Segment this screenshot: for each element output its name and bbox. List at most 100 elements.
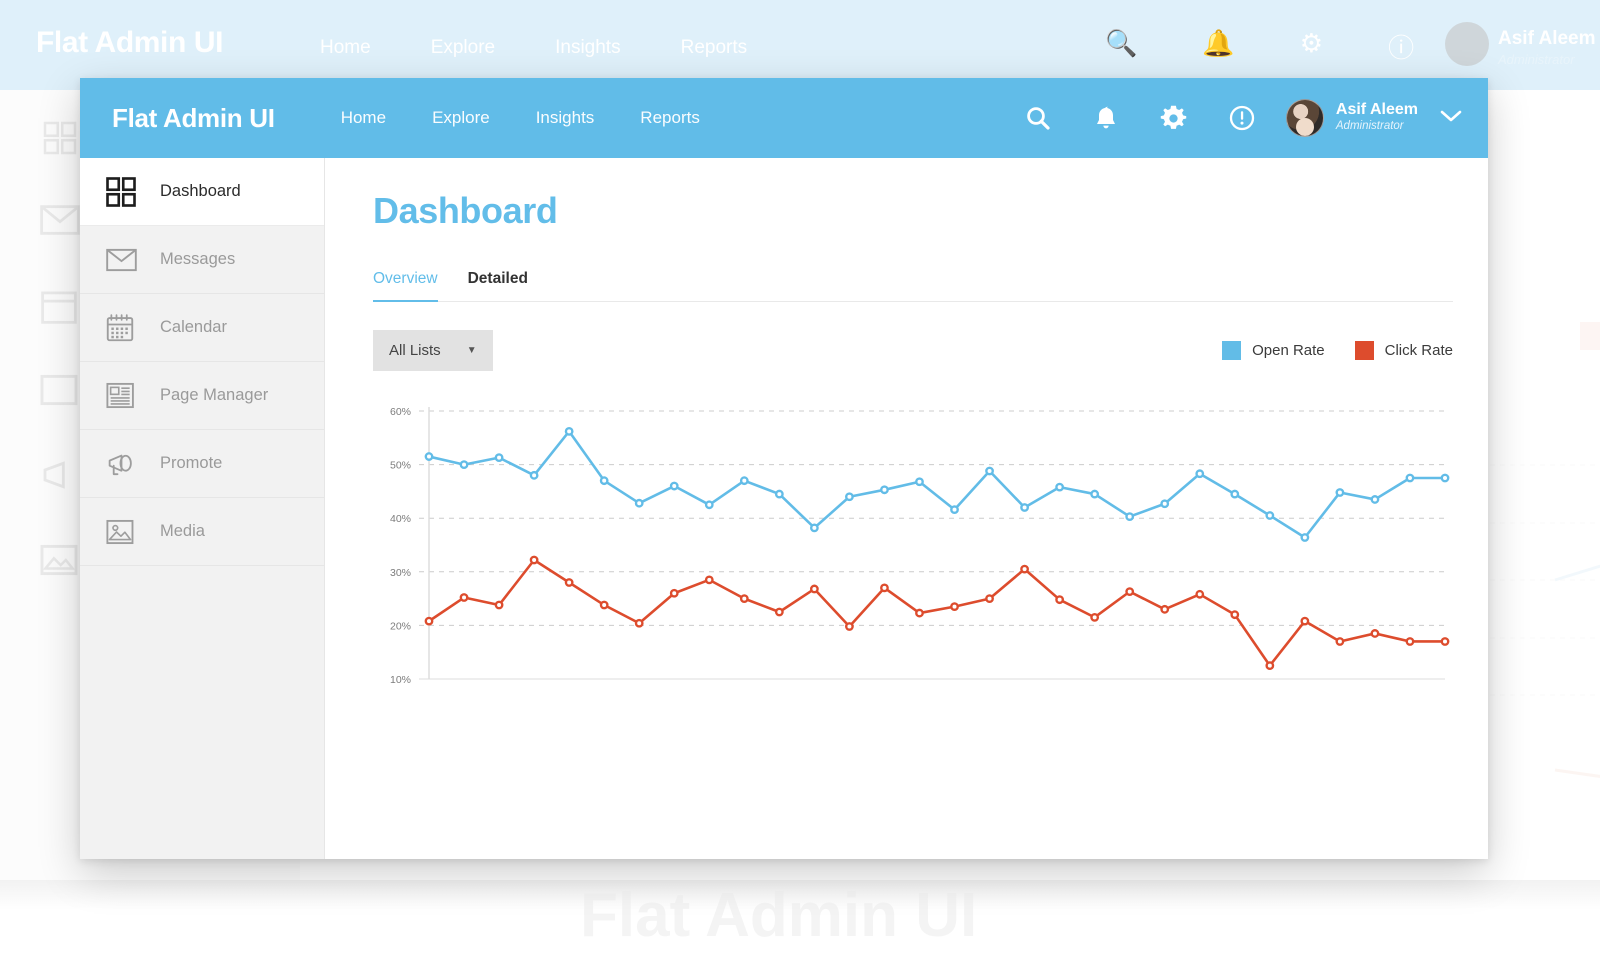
y-axis-tick-label: 20% <box>390 620 411 632</box>
envelope-icon <box>106 248 140 272</box>
page-title: Dashboard <box>373 190 558 231</box>
sidebar-item-label: Messages <box>160 250 236 268</box>
nav-item-reports[interactable]: Reports <box>640 108 700 128</box>
sidebar-item-label: Calendar <box>160 318 227 336</box>
tab-overview[interactable]: Overview <box>373 270 438 302</box>
chart-point <box>1335 488 1345 497</box>
sidebar-item-calendar[interactable]: Calendar <box>80 294 324 362</box>
chart-point <box>1160 499 1170 509</box>
app-window: Flat Admin UI Home Explore Insights Repo… <box>80 78 1488 859</box>
chart-point <box>424 616 434 626</box>
chart-point <box>985 594 994 604</box>
sidebar-item-dashboard[interactable]: Dashboard <box>80 158 324 226</box>
main-navigation: Home Explore Insights Reports <box>341 108 700 128</box>
megaphone-icon <box>106 451 140 477</box>
chart-point <box>1055 595 1065 605</box>
sidebar-item-page-manager[interactable]: Page Manager <box>80 362 324 430</box>
chart-point <box>739 476 749 486</box>
chart-point <box>950 602 959 612</box>
chart-point <box>1125 512 1135 521</box>
background-bell-icon: 🔔 <box>1202 28 1235 58</box>
sidebar-item-messages[interactable]: Messages <box>80 226 324 294</box>
chart-point <box>634 498 644 508</box>
chart-point <box>1370 629 1380 638</box>
chart-point <box>739 594 749 604</box>
chart-point <box>1370 495 1380 504</box>
sidebar-item-media[interactable]: Media <box>80 498 324 566</box>
calendar-icon <box>106 313 140 342</box>
chart-point <box>1300 616 1310 626</box>
background-gear-icon: ⚙ <box>1299 28 1324 58</box>
chart-point <box>459 593 469 602</box>
app-header: Flat Admin UI Home Explore Insights Repo… <box>80 78 1488 158</box>
nav-item-home[interactable]: Home <box>341 108 386 128</box>
chart-point <box>1440 637 1450 646</box>
background-user-role: Administrator <box>1498 52 1575 67</box>
background-watermark-text: Flat Admin UI <box>580 881 978 950</box>
chart-point <box>1405 637 1415 646</box>
chart-point <box>424 452 434 461</box>
chart-point <box>634 618 644 628</box>
background-nav-item: Home <box>320 37 371 58</box>
chart-point <box>529 555 539 565</box>
chart-line-click-rate <box>427 558 1447 667</box>
chart-point <box>774 607 784 617</box>
chevron-down-icon[interactable] <box>1440 109 1462 128</box>
chart-point <box>1195 469 1205 479</box>
background-nav-item: Reports <box>680 37 748 58</box>
chart-point <box>1265 511 1275 520</box>
nav-item-explore[interactable]: Explore <box>432 108 490 128</box>
chart-point <box>985 466 994 476</box>
line-chart: 60% 50% 40% 30% 20% 10% <box>390 406 1450 686</box>
chart-point <box>774 489 784 499</box>
legend-item-open-rate: Open Rate <box>1222 341 1325 360</box>
chart-point <box>1335 637 1345 646</box>
y-axis-tick-label: 30% <box>390 567 411 579</box>
tab-detailed[interactable]: Detailed <box>468 270 528 302</box>
alert-icon[interactable] <box>1208 78 1276 158</box>
chart-point <box>599 476 609 486</box>
avatar <box>1285 99 1324 137</box>
chart-point <box>669 588 679 598</box>
legend-swatch-click-rate <box>1354 341 1374 360</box>
background-sidebar-icon <box>40 458 84 494</box>
main-content: Dashboard Overview Detailed All Lists ▼ … <box>325 158 1488 859</box>
y-axis-tick-label: 40% <box>390 513 411 525</box>
bell-icon[interactable] <box>1072 78 1140 158</box>
chart-point <box>880 485 889 495</box>
list-filter-dropdown[interactable]: All Lists ▼ <box>373 330 493 371</box>
tab-bar: Overview Detailed <box>373 270 1453 302</box>
chart-point <box>494 600 504 610</box>
chart-legend: Open Rate Click Rate <box>1222 341 1453 360</box>
chart-toolbar: All Lists ▼ Open Rate Click Rate <box>373 330 1453 371</box>
user-menu[interactable]: Asif Aleem Administrator <box>1285 99 1462 137</box>
gear-icon[interactable] <box>1140 78 1208 158</box>
chart-point <box>529 470 539 480</box>
background-nav: Home Explore Insights Reports <box>320 37 747 59</box>
chart-point <box>1195 589 1205 599</box>
sidebar-item-label: Promote <box>160 454 223 472</box>
chart-point <box>1230 610 1240 620</box>
user-name: Asif Aleem <box>1335 101 1418 119</box>
chart-point <box>1230 489 1240 499</box>
chart-point <box>704 575 714 585</box>
chart-point <box>1020 503 1029 512</box>
chart-point <box>845 622 854 631</box>
search-icon[interactable] <box>1004 78 1072 158</box>
background-avatar <box>1445 22 1489 66</box>
chart-point <box>950 505 959 515</box>
chart-point <box>1090 612 1100 622</box>
y-axis-tick-label: 50% <box>390 460 411 472</box>
chart-point <box>1020 564 1029 574</box>
chart-point <box>669 481 679 491</box>
background-icon-group: 🔍 🔔 ⚙ ⓘ <box>1105 28 1414 65</box>
nav-item-insights[interactable]: Insights <box>536 108 595 128</box>
y-axis-tick-label: 60% <box>390 406 411 418</box>
chart-point <box>1440 473 1450 483</box>
background-nav-item: Explore <box>430 37 496 58</box>
grid-icon <box>106 176 140 207</box>
legend-swatch-open-rate <box>1222 341 1242 360</box>
sidebar-item-label: Dashboard <box>160 182 241 200</box>
header-icon-group: Asif Aleem Administrator <box>1004 78 1488 158</box>
sidebar-item-promote[interactable]: Promote <box>80 430 324 498</box>
